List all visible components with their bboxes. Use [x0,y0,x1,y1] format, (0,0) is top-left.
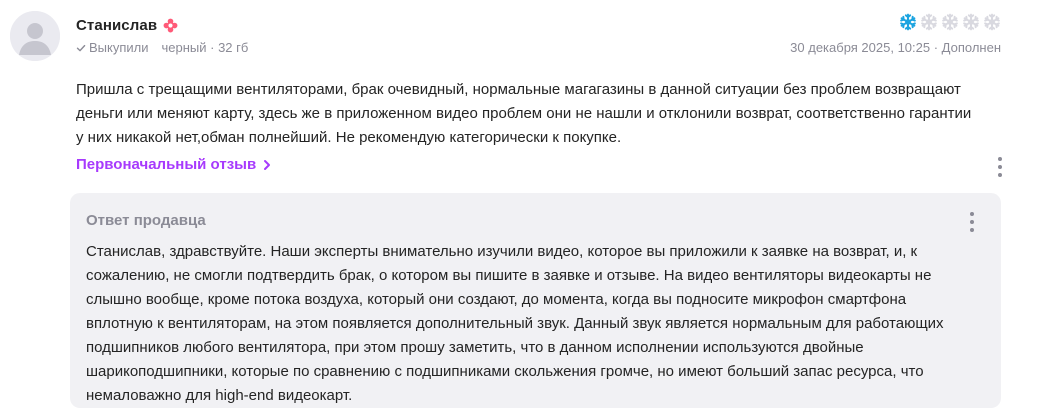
star-empty-icon [963,13,979,31]
chevron-right-icon [264,159,271,170]
kebab-dot [970,220,974,224]
seller-reply-title: Ответ продавца [86,212,206,229]
star-empty-icon [942,13,958,31]
seller-reply-text: Станислав, здравствуйте. Наши эксперты в… [86,243,944,404]
star-empty-icon [984,13,1000,31]
original-review-link[interactable]: Первоначальный отзыв [76,156,272,173]
author-name: Станислав [76,16,158,34]
seller-reply: Ответ продавца Станислав, здравствуйте. … [70,193,1001,408]
user-avatar-icon [10,11,60,61]
avatar [10,11,60,61]
check-icon [76,44,86,51]
review-date: 30 декабря 2025, 10:25 · Дополнен [790,40,1001,55]
purchased-label: Выкупили [89,40,149,55]
flower-badge-icon [163,18,178,32]
star-empty-icon [921,13,937,31]
kebab-dot [970,212,974,216]
kebab-dot [998,165,1002,169]
kebab-dot [998,157,1002,161]
original-review-link-label: Первоначальный отзыв [76,156,257,173]
kebab-dot [998,173,1002,177]
review-text: Пришла с трещащими вентиляторами, брак о… [76,81,972,146]
rating-stars [899,13,1001,31]
star-filled-icon [900,13,916,31]
seller-reply-menu-kebab-icon[interactable] [962,210,982,234]
review-menu-kebab-icon[interactable] [990,155,1010,179]
author-row: Станислав [76,14,178,36]
kebab-dot [970,228,974,232]
product-variant: черный · 32 гб [161,40,249,55]
review-meta: Выкупили черный · 32 гб [76,40,248,55]
